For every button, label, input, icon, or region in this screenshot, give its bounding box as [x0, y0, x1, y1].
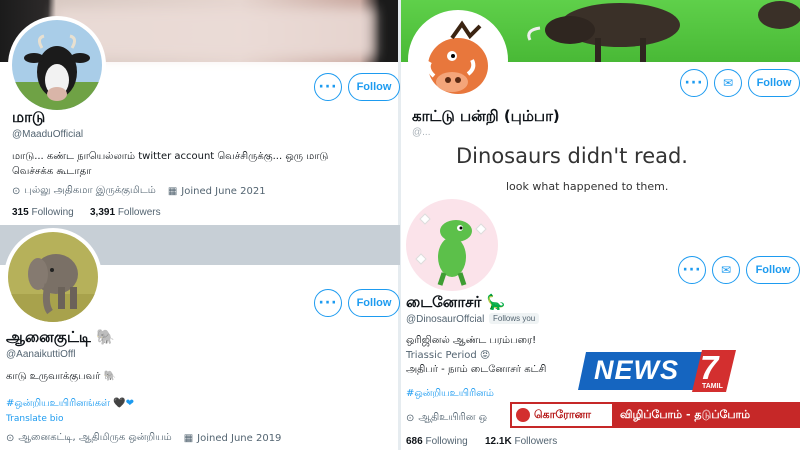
- location-text: ஆனைகட்டி, ஆதிமிருக ஒன்றியம்: [18, 432, 172, 443]
- boar-avatar[interactable]: [408, 10, 508, 110]
- elephant-avatar[interactable]: [4, 228, 102, 326]
- more-options-button[interactable]: ···: [680, 69, 708, 97]
- profile-name: மாடு: [12, 108, 46, 126]
- profile-hashtag[interactable]: #ஒன்றியஉயிரினம்: [406, 388, 494, 400]
- profile-hashtag[interactable]: #ஒன்றியஉயிரினங்கள் 🖤❤: [6, 398, 134, 410]
- profile-bio-line3: அதிபர் - நாம் டைனோசர் கட்சி: [406, 364, 547, 375]
- follow-button[interactable]: Follow: [348, 73, 400, 101]
- ellipsis-icon: ···: [682, 262, 702, 278]
- joined-text: Joined June 2021: [181, 185, 266, 197]
- profile-name: டைனோசர் 🦕: [406, 293, 506, 311]
- followers-link[interactable]: 3,391 Followers: [90, 207, 161, 218]
- follow-button[interactable]: Follow: [748, 69, 800, 97]
- message-button[interactable]: ✉: [712, 256, 740, 284]
- more-options-button[interactable]: ···: [314, 289, 342, 317]
- ellipsis-icon: ···: [318, 295, 338, 311]
- following-link[interactable]: 686 Following: [406, 436, 468, 447]
- location-icon: ⊙: [12, 185, 21, 197]
- profile-handle: @MaaduOfficial: [12, 129, 84, 140]
- dinosaur-avatar[interactable]: [402, 195, 502, 295]
- profile-meta: ⊙ புல்லு அதிகமா இருக்குமிடம் ▦ Joined Ju…: [12, 185, 266, 197]
- news-logo-number: 7: [700, 349, 719, 386]
- banner-quote-sub: look what happened to them.: [506, 180, 669, 193]
- location-text: புல்லு அதிகமா இருக்குமிடம்: [24, 185, 156, 196]
- profile-handle: @AanaikuttiOffl: [6, 349, 76, 360]
- followers-link[interactable]: 12.1K Followers: [485, 436, 557, 447]
- location-text: ஆதிஉயிரின ஒ: [418, 412, 488, 423]
- mail-icon: ✉: [722, 76, 734, 90]
- follow-button[interactable]: Follow: [746, 256, 800, 284]
- profile-name: காட்டு பன்றி (பும்பா): [412, 107, 560, 125]
- ellipsis-icon: ···: [684, 75, 704, 91]
- news-ticker: கொரோனா விழிப்போம் - தடுப்போம்: [510, 402, 800, 428]
- banner-quote: Dinosaurs didn't read.: [456, 144, 688, 168]
- following-link[interactable]: 315 Following: [12, 207, 74, 218]
- calendar-icon: ▦: [183, 432, 194, 444]
- joined-text: Joined June 2019: [197, 432, 282, 444]
- profile-bio: மாடு... கண்ட நாயெல்லாம் twitter account …: [12, 151, 329, 177]
- follow-button[interactable]: Follow: [348, 289, 400, 317]
- profile-bio: காடு உருவாக்குபவர் 🐘: [6, 371, 116, 382]
- more-options-button[interactable]: ···: [314, 73, 342, 101]
- mail-icon: ✉: [720, 263, 732, 277]
- virus-icon: [516, 408, 530, 422]
- cow-avatar[interactable]: [8, 16, 106, 114]
- profile-bio-line1: ஒரிஜினல் ஆண்ட பரம்பரை!: [406, 335, 537, 346]
- profile-name: ஆனைகுட்டி 🐘: [6, 328, 115, 346]
- translate-bio-link[interactable]: Translate bio: [6, 414, 63, 424]
- follows-you-badge: Follows you: [489, 313, 540, 324]
- ticker-right-section: விழிப்போம் - தடுப்போம்: [614, 402, 800, 428]
- location-icon: ⊙: [6, 432, 15, 444]
- profile-bio-line2: Triassic Period 😡: [406, 350, 491, 361]
- message-button[interactable]: ✉: [714, 69, 742, 97]
- profile-meta: ⊙ ஆனைகட்டி, ஆதிமிருக ஒன்றியம் ▦ Joined J…: [6, 432, 281, 444]
- news-logo-sub: TAMIL: [702, 383, 723, 390]
- profile-handle: @...: [412, 127, 431, 138]
- profile-meta: ⊙ ஆதிஉயிரின ஒ: [406, 412, 487, 424]
- profile-handle: @DinosaurOffcial: [406, 314, 485, 325]
- more-options-button[interactable]: ···: [678, 256, 706, 284]
- ellipsis-icon: ···: [318, 79, 338, 95]
- ticker-left-section: கொரோனா: [510, 402, 614, 428]
- news-logo-text: NEWS: [594, 355, 679, 385]
- location-icon: ⊙: [406, 412, 415, 424]
- calendar-icon: ▦: [167, 185, 178, 197]
